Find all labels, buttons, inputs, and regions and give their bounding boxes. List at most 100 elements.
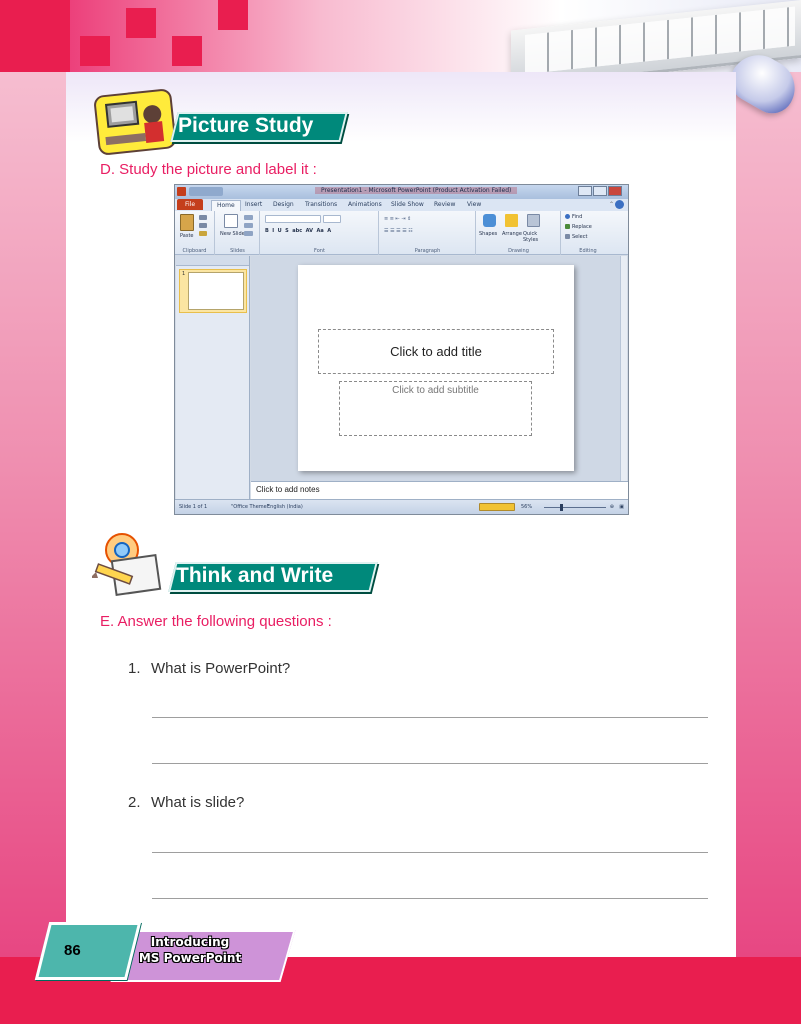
- slide-canvas[interactable]: Click to add title Click to add subtitle: [298, 265, 574, 471]
- notes-pane[interactable]: Click to add notes: [251, 481, 628, 499]
- tab-design[interactable]: Design: [273, 201, 294, 208]
- group-label-paragraph: Paragraph: [414, 248, 441, 254]
- layout-icon[interactable]: [244, 215, 253, 220]
- close-button[interactable]: [608, 186, 622, 196]
- tab-review[interactable]: Review: [434, 201, 455, 208]
- quick-access-toolbar[interactable]: [189, 187, 223, 196]
- tab-transitions[interactable]: Transitions: [305, 201, 337, 208]
- title-placeholder[interactable]: Click to add title: [318, 329, 554, 374]
- tab-animations[interactable]: Animations: [348, 201, 382, 208]
- shapes-icon: [483, 214, 496, 227]
- group-paragraph: ≡ ≡ ⇤ ⇥ ⇕ ☰ ☰ ☰ ☰ ☷ Paragraph: [380, 211, 476, 255]
- theme-status: "Office Theme": [231, 504, 270, 510]
- slide-thumbnail[interactable]: [188, 272, 244, 310]
- powerpoint-icon: [177, 187, 186, 196]
- font-size-dropdown[interactable]: [323, 215, 341, 223]
- subtitle-placeholder[interactable]: Click to add subtitle: [339, 381, 532, 436]
- notebook-pencil-icon: [90, 532, 166, 598]
- group-editing: Find Replace Select Editing: [562, 211, 614, 255]
- slides-panel: 1: [176, 256, 250, 500]
- decor-square: [0, 0, 70, 72]
- question-2-text: What is slide?: [151, 794, 245, 811]
- decor-square: [172, 36, 202, 66]
- answer-line[interactable]: [152, 852, 708, 853]
- group-drawing: Shapes Arrange Quick Styles Drawing: [477, 211, 561, 255]
- paste-icon: [180, 214, 194, 231]
- window-title: Presentation1 - Microsoft PowerPoint (Pr…: [315, 187, 518, 194]
- group-label-clipboard: Clipboard: [182, 248, 207, 254]
- replace-button[interactable]: Replace: [572, 224, 592, 230]
- decor-square: [218, 0, 248, 30]
- page-number: 86: [64, 942, 81, 959]
- quick-styles-button[interactable]: Quick Styles: [523, 231, 547, 243]
- status-bar: Slide 1 of 1 "Office Theme" English (Ind…: [175, 499, 628, 514]
- decor-square: [126, 8, 156, 38]
- panel-tabs[interactable]: [176, 256, 249, 266]
- answer-line[interactable]: [152, 717, 708, 718]
- find-icon: [565, 214, 570, 219]
- group-label-drawing: Drawing: [508, 248, 529, 254]
- maximize-button[interactable]: [593, 186, 607, 196]
- arrange-button[interactable]: Arrange: [502, 231, 522, 237]
- shapes-button[interactable]: Shapes: [479, 231, 497, 237]
- font-name-dropdown[interactable]: [265, 215, 321, 223]
- picture-study-title: Picture Study: [178, 114, 314, 137]
- chapter-title: Introducing MS PowerPoint: [130, 934, 250, 966]
- question-1-text: What is PowerPoint?: [151, 660, 291, 677]
- tab-home[interactable]: Home: [211, 200, 241, 211]
- question-2-number: 2.: [128, 794, 141, 811]
- reset-icon[interactable]: [244, 223, 253, 228]
- fit-to-window-icon[interactable]: ▣: [619, 504, 624, 510]
- zoom-slider[interactable]: [544, 504, 606, 511]
- quick-styles-icon: [527, 214, 540, 227]
- group-label-font: Font: [314, 248, 325, 254]
- section-d-label: D. Study the picture and label it :: [100, 161, 317, 178]
- page-number-tab: [34, 922, 142, 980]
- format-painter-icon[interactable]: [199, 231, 207, 236]
- computer-student-icon: [93, 88, 177, 156]
- answer-line[interactable]: [152, 763, 708, 764]
- new-slide-button[interactable]: New Slide: [220, 231, 245, 237]
- section-icon[interactable]: [244, 231, 253, 236]
- vertical-scrollbar[interactable]: [620, 256, 627, 481]
- replace-icon: [565, 224, 570, 229]
- notes-placeholder: Click to add notes: [256, 485, 320, 494]
- minimize-ribbon-icon[interactable]: ⌃: [609, 201, 614, 208]
- minimize-button[interactable]: [578, 186, 592, 196]
- language-status: English (India): [267, 504, 303, 510]
- slide-count-status: Slide 1 of 1: [179, 504, 208, 510]
- cut-icon[interactable]: [199, 215, 207, 220]
- select-icon: [565, 234, 570, 239]
- chapter-title-line2: MS PowerPoint: [138, 951, 242, 965]
- decor-square: [80, 36, 110, 66]
- help-icon[interactable]: [615, 200, 624, 209]
- list-buttons[interactable]: ≡ ≡ ⇤ ⇥ ⇕: [384, 216, 411, 222]
- chapter-title-line1: Introducing: [150, 935, 230, 949]
- group-slides: New Slide Slides: [216, 211, 260, 255]
- section-e-label: E. Answer the following questions :: [100, 613, 332, 630]
- new-slide-icon: [224, 214, 238, 228]
- slide-number: 1: [182, 271, 186, 277]
- answer-line[interactable]: [152, 898, 708, 899]
- copy-icon[interactable]: [199, 223, 207, 228]
- group-font: B I U S abc AV Aa A Font: [261, 211, 379, 255]
- align-buttons[interactable]: ☰ ☰ ☰ ☰ ☷: [384, 228, 413, 234]
- ribbon-tabs: File Home Insert Design Transitions Anim…: [175, 199, 628, 211]
- zoom-level[interactable]: 56%: [521, 504, 532, 510]
- find-button[interactable]: Find: [572, 214, 582, 220]
- zoom-in-icon[interactable]: ⊕: [610, 504, 614, 510]
- powerpoint-window: Presentation1 - Microsoft PowerPoint (Pr…: [174, 184, 629, 515]
- select-button[interactable]: Select: [572, 234, 587, 240]
- group-label-editing: Editing: [579, 248, 597, 254]
- paste-button[interactable]: Paste: [180, 233, 194, 239]
- title-bar: Presentation1 - Microsoft PowerPoint (Pr…: [175, 185, 628, 199]
- think-write-heading: Think and Write: [90, 530, 392, 602]
- tab-slide-show[interactable]: Slide Show: [391, 201, 424, 208]
- view-buttons[interactable]: [479, 503, 515, 511]
- tab-view[interactable]: View: [467, 201, 481, 208]
- group-clipboard: Paste Clipboard: [175, 211, 215, 255]
- tab-file[interactable]: File: [177, 199, 203, 210]
- zoom-slider-handle[interactable]: [559, 504, 563, 511]
- font-format-buttons[interactable]: B I U S abc AV Aa A: [265, 228, 331, 234]
- tab-insert[interactable]: Insert: [245, 201, 262, 208]
